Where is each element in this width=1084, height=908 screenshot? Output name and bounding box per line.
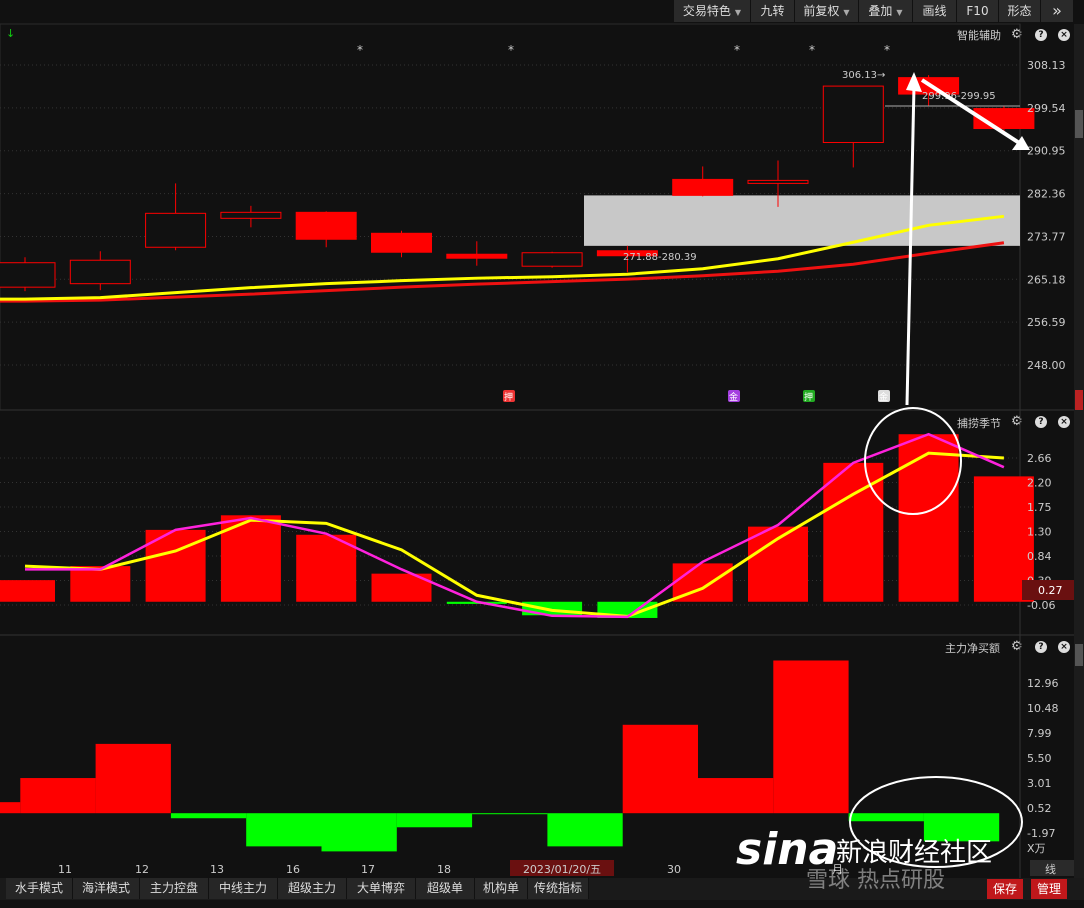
y-tick-label: -0.06: [1027, 599, 1055, 612]
y-tick-label: 5.50: [1027, 752, 1052, 765]
y-tick-label: 308.13: [1027, 59, 1066, 72]
candle-body: [446, 253, 508, 259]
y-tick-label: 256.59: [1027, 316, 1066, 329]
y-tick-label: 248.00: [1027, 359, 1066, 372]
indicator-tab[interactable]: 水手模式: [6, 878, 73, 899]
candle-body: [822, 85, 884, 143]
indicator-tab[interactable]: 大单博弈: [347, 878, 416, 899]
indicator-tab[interactable]: 中线主力: [209, 878, 278, 899]
net-buy-bar: [0, 802, 21, 814]
net-buy-bar: [95, 743, 171, 814]
stock-chart[interactable]: 306.13→ 299.96-299.95 271.88-280.39 * * * * * 押 金…: [0, 0, 1084, 878]
star-marker: *: [357, 43, 363, 57]
x-tick-label: 11: [58, 863, 72, 876]
high-price-annotation: 306.13→: [842, 70, 885, 81]
signal-badge-label: 金: [729, 391, 738, 403]
y-tick-label: 282.36: [1027, 188, 1066, 201]
scroll-marker: [1075, 390, 1083, 410]
x-tick-label: 30: [667, 863, 681, 876]
indicator-bar: [70, 566, 131, 602]
current-value-label: 0.27: [1038, 584, 1063, 597]
net-buy-bar: [321, 813, 397, 852]
net-buy-bar: [622, 724, 698, 814]
star-marker: *: [508, 43, 514, 57]
x-tick-label: 12: [135, 863, 149, 876]
y-tick-label: 7.99: [1027, 727, 1052, 740]
range-annotation: 299.96-299.95: [922, 91, 996, 102]
signal-badge-label: 金: [879, 391, 888, 403]
xueqiu-watermark-text: 雪球 热点研股: [806, 868, 945, 893]
x-tick-label: 16: [286, 863, 300, 876]
star-marker: *: [734, 43, 740, 57]
y-tick-label: 290.95: [1027, 145, 1066, 158]
net-buy-bar: [698, 778, 774, 814]
scrollbar-thumb: [1075, 644, 1083, 666]
x-tick-label: 13: [210, 863, 224, 876]
y-tick-label: 0.52: [1027, 802, 1052, 815]
x-tick-label: 17: [361, 863, 375, 876]
candle-body: [69, 259, 131, 285]
y-tick-label: 1.75: [1027, 501, 1052, 514]
scrollbar-thumb: [1075, 110, 1083, 138]
y-tick-label: 299.54: [1027, 102, 1066, 115]
candle-body: [521, 252, 583, 267]
candle-body: [295, 211, 357, 240]
star-marker: *: [884, 43, 890, 57]
net-buy-bar: [472, 813, 548, 815]
indicator-tab[interactable]: 传统指标: [528, 878, 589, 899]
indicator-tab[interactable]: 机构单: [475, 878, 528, 899]
indicator-bar: [0, 580, 55, 602]
y-tick-label: 10.48: [1027, 702, 1059, 715]
x-tick-label: 2023/01/20/五: [523, 863, 601, 876]
y-tick-label: 2.20: [1027, 477, 1052, 490]
signal-badge-label: 押: [504, 391, 513, 403]
signal-badge-label: 押: [804, 391, 813, 403]
indicator-tab[interactable]: 海洋模式: [73, 878, 140, 899]
net-buy-bar: [246, 813, 322, 847]
y-tick-label: 3.01: [1027, 777, 1052, 790]
x-tick-label: 18: [437, 863, 451, 876]
y-tick-label: 0.84: [1027, 550, 1052, 563]
y-tick-label: 265.18: [1027, 273, 1066, 286]
indicator-bar: [898, 434, 959, 602]
candle-body: [0, 262, 56, 288]
support-zone-box: [584, 195, 1020, 246]
candle-body: [371, 232, 432, 253]
star-marker: *: [809, 43, 815, 57]
net-buy-bar: [547, 813, 623, 847]
candle-body: [672, 178, 734, 196]
y-tick-label: 12.96: [1027, 677, 1059, 690]
candle-body: [220, 211, 282, 219]
net-buy-bar: [773, 660, 849, 814]
sina-watermark: sina 新浪财经社区 雪球 热点研股: [736, 822, 1066, 893]
candle-body: [747, 179, 809, 184]
y-tick-label: 273.77: [1027, 230, 1066, 243]
candle-body: [145, 212, 207, 248]
net-buy-bar: [170, 813, 247, 819]
ma-red-line: [0, 241, 1005, 303]
y-tick-label: 1.30: [1027, 526, 1052, 539]
net-buy-bar: [396, 813, 473, 828]
net-buy-bar: [20, 778, 96, 814]
y-tick-label: 2.66: [1027, 452, 1052, 465]
indicator-tab[interactable]: 超级单: [416, 878, 475, 899]
indicator-tab[interactable]: 超级主力: [278, 878, 347, 899]
scrollbar-track: [1074, 24, 1084, 878]
indicator-tab[interactable]: 主力控盘: [140, 878, 209, 899]
net-buy-bar: [848, 813, 924, 822]
support-range-annotation: 271.88-280.39: [623, 252, 697, 263]
